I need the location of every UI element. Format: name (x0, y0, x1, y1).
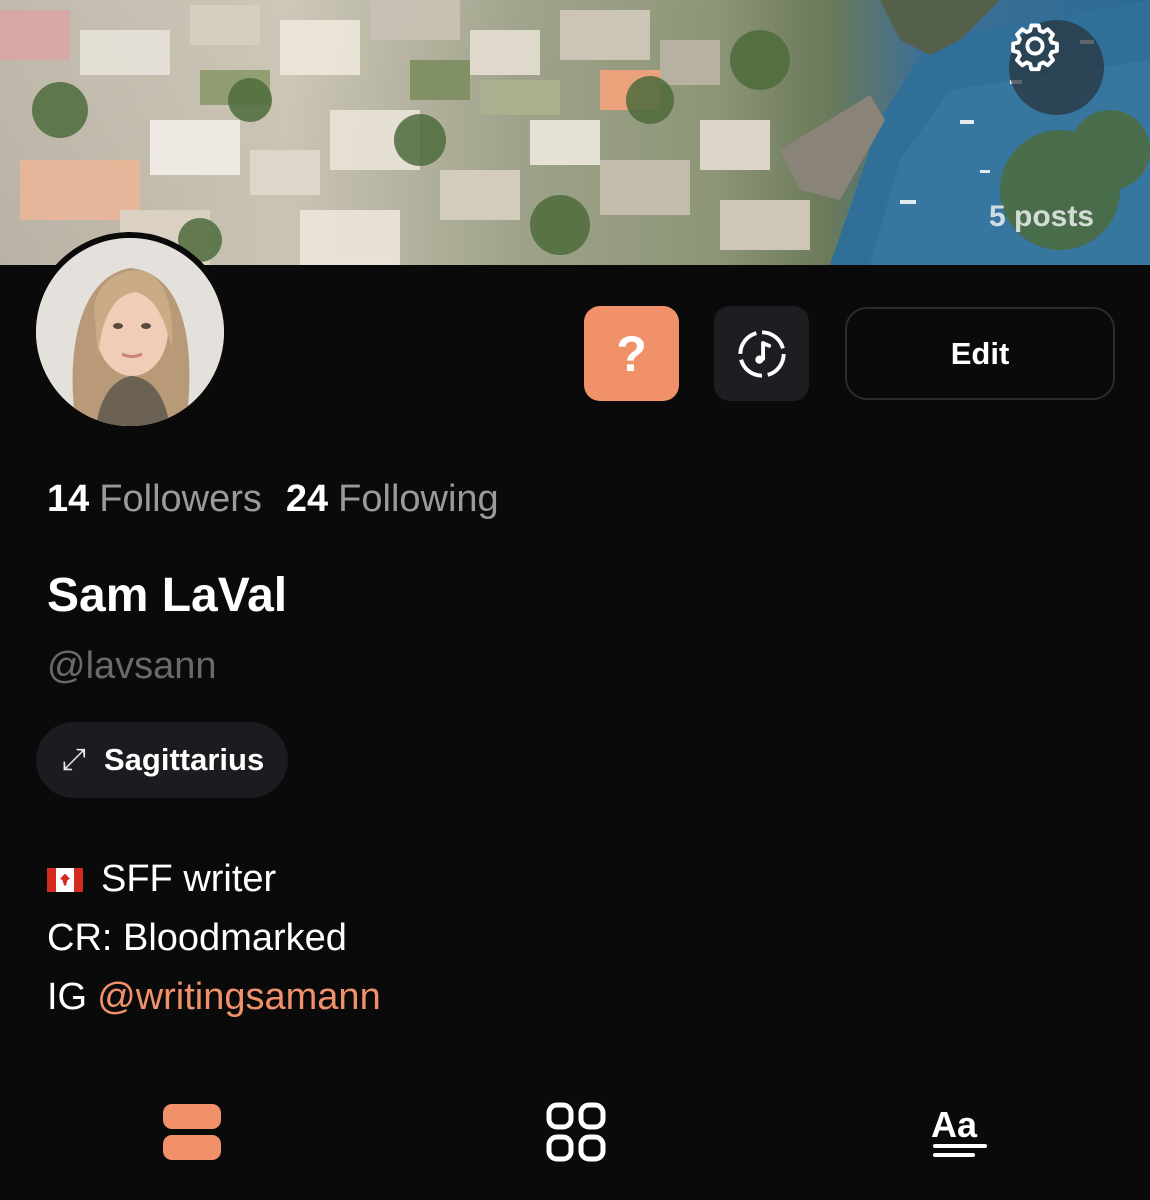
bio-ig-prefix: IG (47, 976, 88, 1018)
instagram-link[interactable]: @writingsamann (97, 968, 381, 1027)
avatar-photo (36, 238, 224, 426)
username-handle: @lavsann (47, 645, 217, 687)
gear-icon (1011, 23, 1059, 72)
tab-text-posts[interactable]: Aa (928, 1100, 992, 1164)
tab-grid[interactable] (544, 1100, 608, 1164)
grid-icon (546, 1102, 606, 1162)
question-button[interactable]: ? (584, 306, 679, 401)
posts-count: 5 posts (988, 200, 1094, 233)
display-name: Sam LaVal (47, 569, 288, 622)
bio-line-2: CR: Bloodmarked (47, 909, 381, 968)
bio-text-2: CR: Bloodmarked (47, 917, 347, 959)
canada-flag-icon (47, 867, 83, 892)
text-posts-icon: Aa (931, 1104, 987, 1157)
bio-line-1: SFF writer (47, 850, 381, 909)
profile-page: 5 posts ? Edit 14 Followers 24 Following… (0, 0, 1150, 1200)
avatar[interactable] (30, 232, 230, 432)
bio-line-3: IG @writingsamann (47, 968, 381, 1027)
bio-text-1: SFF writer (101, 858, 277, 900)
edit-profile-button[interactable]: Edit (845, 307, 1115, 400)
music-button[interactable] (714, 306, 809, 401)
bio: SFF writer CR: Bloodmarked IG @writingsa… (47, 850, 381, 1027)
settings-button[interactable] (1009, 20, 1104, 115)
followers-label: Followers (99, 478, 262, 520)
follow-stats: 14 Followers 24 Following (47, 478, 499, 521)
zodiac-label: Sagittarius (104, 742, 265, 777)
music-disc-icon (737, 329, 786, 378)
stacked-posts-icon (163, 1104, 221, 1160)
following-stat[interactable]: 24 Following (286, 478, 499, 521)
tab-stacked-posts[interactable] (160, 1100, 224, 1164)
following-count: 24 (285, 478, 329, 520)
cover-landscape-image (0, 0, 1150, 265)
zodiac-chip[interactable]: ⤢ Sagittarius (36, 722, 289, 798)
cover-photo: 5 posts (0, 0, 1150, 265)
sagittarius-icon: ⤢ (62, 743, 86, 776)
followers-count: 14 (47, 478, 90, 520)
svg-text:Aa: Aa (931, 1104, 978, 1145)
followers-stat[interactable]: 14 Followers (47, 478, 262, 521)
following-label: Following (338, 478, 499, 520)
